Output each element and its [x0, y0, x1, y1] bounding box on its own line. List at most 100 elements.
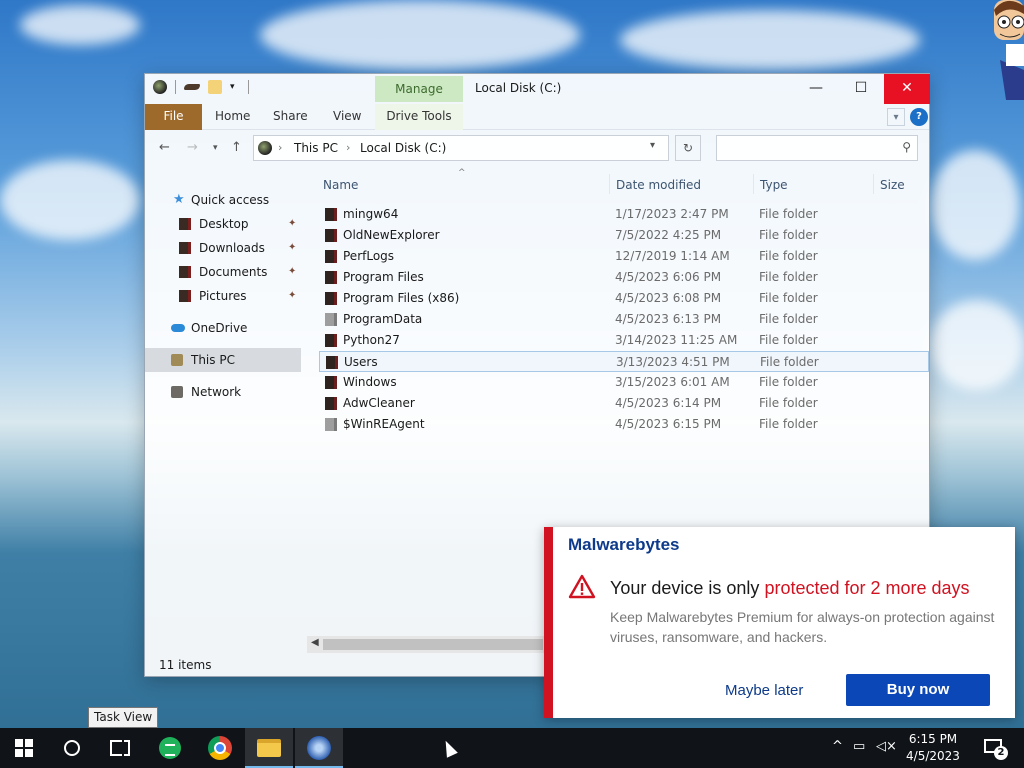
folder-icon: [326, 356, 338, 369]
windows-logo-icon: [15, 739, 33, 757]
network-status-icon[interactable]: ▭: [853, 739, 865, 754]
file-row[interactable]: $WinREAgent 4/5/2023 6:15 PM File folder: [319, 414, 929, 435]
tab-share[interactable]: Share: [273, 104, 308, 130]
title-bar[interactable]: ▾ Manage Local Disk (C:) — ☐ ✕: [145, 74, 930, 104]
sidebar-item-this-pc[interactable]: This PC: [145, 348, 301, 372]
file-row[interactable]: ProgramData 4/5/2023 6:13 PM File folder: [319, 309, 929, 330]
buy-now-button[interactable]: Buy now: [846, 674, 990, 706]
column-divider[interactable]: [609, 174, 610, 194]
breadcrumb-local-disk[interactable]: Local Disk (C:): [360, 141, 446, 155]
file-row[interactable]: Program Files (x86) 4/5/2023 6:08 PM Fil…: [319, 288, 929, 309]
file-row[interactable]: Windows 3/15/2023 6:01 AM File folder: [319, 372, 929, 393]
sidebar-item-pictures[interactable]: Pictures ✦: [145, 284, 301, 308]
file-type: File folder: [760, 355, 819, 369]
search-button[interactable]: [48, 728, 96, 768]
sidebar-item-onedrive[interactable]: OneDrive: [145, 316, 301, 340]
cartoon-character-image: [994, 0, 1024, 100]
start-button[interactable]: [0, 728, 48, 768]
column-header-name[interactable]: Name: [323, 178, 358, 192]
file-date: 3/14/2023 11:25 AM: [615, 333, 738, 347]
breadcrumb-this-pc[interactable]: This PC: [294, 141, 338, 155]
file-row[interactable]: Python27 3/14/2023 11:25 AM File folder: [319, 330, 929, 351]
file-name: ProgramData: [343, 312, 423, 326]
maybe-later-button[interactable]: Maybe later: [725, 682, 803, 699]
minimize-button[interactable]: —: [793, 74, 839, 104]
quick-access-toolbar: ▾: [153, 80, 249, 94]
refresh-button[interactable]: ↻: [675, 135, 701, 161]
file-type: File folder: [759, 396, 818, 410]
volume-muted-icon[interactable]: ◁×: [876, 739, 897, 754]
file-date: 3/13/2023 4:51 PM: [616, 355, 730, 369]
action-center-button[interactable]: 2: [982, 736, 1008, 760]
tab-home[interactable]: Home: [215, 104, 250, 130]
file-name: Python27: [343, 333, 400, 347]
properties-icon[interactable]: [184, 84, 200, 90]
file-row[interactable]: PerfLogs 12/7/2019 1:14 AM File folder: [319, 246, 929, 267]
sidebar-item-network[interactable]: Network: [145, 380, 301, 404]
file-date: 4/5/2023 6:06 PM: [615, 270, 722, 284]
system-clock[interactable]: 6:15 PM 4/5/2023: [900, 731, 966, 765]
network-icon: [171, 386, 183, 398]
pin-icon: ✦: [288, 242, 297, 253]
file-row[interactable]: Program Files 4/5/2023 6:06 PM File fold…: [319, 267, 929, 288]
file-type: File folder: [759, 270, 818, 284]
close-button[interactable]: ✕: [884, 74, 930, 104]
file-row[interactable]: AdwCleaner 4/5/2023 6:14 PM File folder: [319, 393, 929, 414]
address-bar[interactable]: › This PC › Local Disk (C:) ▾: [253, 135, 669, 161]
new-folder-icon[interactable]: [208, 80, 222, 94]
tab-drive-tools[interactable]: Drive Tools: [375, 104, 463, 130]
task-view-button[interactable]: [96, 728, 144, 768]
sidebar-item-documents[interactable]: Documents ✦: [145, 260, 301, 284]
file-date: 3/15/2023 6:01 AM: [615, 375, 730, 389]
hidden-folder-icon: [325, 418, 337, 431]
file-row-selected[interactable]: Users 3/13/2023 4:51 PM File folder: [319, 351, 929, 372]
up-arrow-icon[interactable]: ↑: [231, 140, 242, 155]
cortana-circle-icon: [64, 740, 80, 756]
file-row[interactable]: mingw64 1/17/2023 2:47 PM File folder: [319, 204, 929, 225]
file-date: 4/5/2023 6:14 PM: [615, 396, 722, 410]
task-view-icon: [110, 740, 130, 756]
chrome-icon: [208, 736, 232, 760]
back-arrow-icon[interactable]: ←: [159, 140, 170, 155]
column-header-date[interactable]: Date modified: [616, 178, 701, 192]
sidebar-item-desktop[interactable]: Desktop ✦: [145, 212, 301, 236]
forward-arrow-icon[interactable]: →: [187, 140, 198, 155]
customize-toolbar-chevron-icon[interactable]: ▾: [230, 80, 240, 94]
show-hidden-icons-chevron-icon[interactable]: ^: [832, 739, 843, 754]
recent-locations-chevron-icon[interactable]: ▾: [213, 143, 218, 153]
folder-icon: [325, 271, 337, 284]
column-header-size[interactable]: Size: [880, 178, 905, 192]
taskbar-app-green[interactable]: [146, 728, 194, 768]
column-divider[interactable]: [873, 174, 874, 194]
search-input[interactable]: ⚲: [716, 135, 918, 161]
breadcrumb-separator-icon: ›: [278, 141, 283, 154]
scroll-left-arrow-icon[interactable]: ◀: [311, 637, 319, 648]
help-icon[interactable]: ?: [910, 108, 928, 126]
tab-manage[interactable]: Manage: [375, 76, 463, 102]
maximize-button[interactable]: ☐: [838, 74, 884, 104]
taskbar-app-chrome[interactable]: [196, 728, 244, 768]
file-date: 1/17/2023 2:47 PM: [615, 207, 729, 221]
divider: [175, 80, 176, 94]
address-history-chevron-icon[interactable]: ▾: [650, 140, 655, 151]
spreadsheet-app-icon: [159, 737, 181, 759]
column-header-type[interactable]: Type: [760, 178, 788, 192]
file-name: Program Files (x86): [343, 291, 460, 305]
warning-icon: [568, 574, 596, 599]
file-name: mingw64: [343, 207, 399, 221]
sidebar-item-downloads[interactable]: Downloads ✦: [145, 236, 301, 260]
taskbar-app-malwarebytes[interactable]: [295, 728, 343, 768]
expand-ribbon-chevron-icon[interactable]: ▾: [887, 108, 905, 126]
tab-file[interactable]: File: [145, 104, 202, 130]
horizontal-scrollbar[interactable]: ◀: [307, 636, 547, 653]
folder-icon: [325, 250, 337, 263]
scrollbar-thumb[interactable]: [323, 639, 543, 650]
file-name: $WinREAgent: [343, 417, 425, 431]
tab-view[interactable]: View: [333, 104, 361, 130]
file-row[interactable]: OldNewExplorer 7/5/2022 4:25 PM File fol…: [319, 225, 929, 246]
sidebar-item-quick-access[interactable]: ★ Quick access: [145, 188, 301, 212]
window-title: Local Disk (C:): [475, 81, 562, 95]
taskbar-app-file-explorer[interactable]: [245, 728, 293, 768]
file-date: 7/5/2022 4:25 PM: [615, 228, 722, 242]
column-divider[interactable]: [753, 174, 754, 194]
